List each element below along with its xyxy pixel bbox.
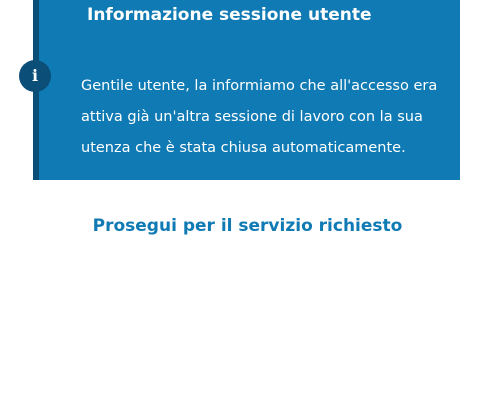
alert-title: Informazione sessione utente xyxy=(87,5,372,25)
continue-link[interactable]: Prosegui per il servizio richiesto xyxy=(0,213,495,239)
page: Informazione sessione utente Gentile ute… xyxy=(0,0,495,400)
alert-message: Gentile utente, la informiamo che all'ac… xyxy=(81,78,438,156)
session-info-alert: Informazione sessione utente Gentile ute… xyxy=(33,0,460,180)
info-icon: i xyxy=(19,60,51,92)
